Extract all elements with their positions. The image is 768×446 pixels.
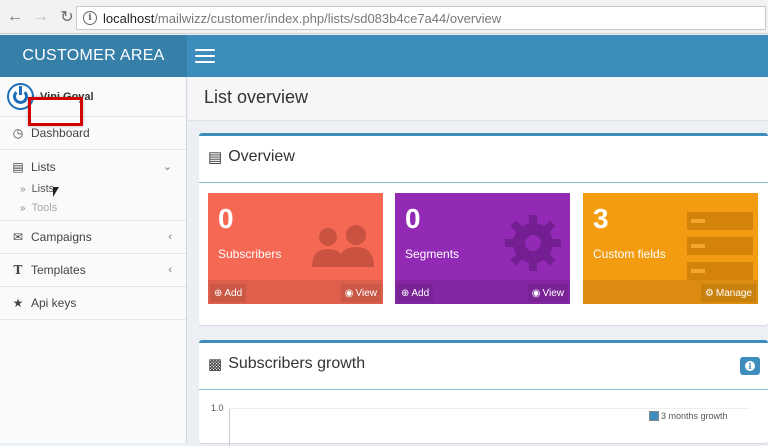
view-segments-button[interactable]: ◉ View (527, 284, 568, 302)
reload-icon[interactable]: ↻ (56, 6, 78, 28)
legend-label: 3 months growth (661, 411, 728, 421)
info-button[interactable]: i (740, 357, 760, 375)
sidebar-item-templates[interactable]: T Templates ‹ (0, 254, 186, 287)
subscribers-growth-box: ▩ Subscribers growth i 1.0 3 months grow… (199, 340, 768, 446)
y-tick-label: 1.0 (211, 403, 224, 413)
url-path: /mailwizz/customer/index.php/lists/sd083… (154, 10, 502, 26)
manage-fields-button[interactable]: ⚙ Manage (700, 284, 756, 302)
segments-label: Segments (405, 247, 460, 261)
cog-icon (505, 215, 561, 271)
overview-box: ▤ Overview 0 Subscribers ⊕Add ◉View 0 (199, 133, 768, 325)
hamburger-menu-icon[interactable] (195, 47, 215, 65)
card-footer: ⊕ Add ◉ View (395, 280, 570, 304)
sidebar-item-api-keys[interactable]: ★ Api keys (0, 287, 186, 320)
bar-chart-icon: ▩ (208, 356, 223, 373)
card-footer: ⚙ Manage (583, 280, 758, 304)
eye-icon: ◉ (344, 287, 354, 299)
subscribers-count: 0 (218, 203, 234, 234)
logo[interactable]: CUSTOMER AREA (0, 35, 187, 77)
forward-icon[interactable]: → (30, 6, 52, 28)
button-label: Manage (715, 287, 752, 299)
dashboard-icon: ◷ (12, 126, 24, 140)
highlight-box (28, 97, 83, 126)
star-icon: ★ (12, 296, 24, 310)
segments-count: 0 (405, 203, 421, 234)
gridline (229, 408, 749, 409)
users-icon (312, 225, 374, 267)
info-icon[interactable]: i (83, 11, 97, 25)
sidebar-item-label: Campaigns (31, 230, 92, 244)
card-footer: ⊕ Add ◉ View (208, 280, 383, 304)
address-bar[interactable]: i localhost/mailwizz/customer/index.php/… (76, 6, 766, 30)
growth-chart: 1.0 3 months growth (209, 401, 757, 446)
url-text: localhost/mailwizz/customer/index.php/li… (103, 11, 501, 26)
envelope-icon: ✉ (12, 230, 24, 244)
segments-card: 0 Segments ⊕ Add ◉ View (395, 193, 570, 304)
url-host: localhost (103, 10, 155, 26)
mouse-cursor-icon (53, 187, 59, 197)
list-icon: ▤ (12, 159, 24, 174)
list-alt-icon: ▤ (208, 149, 223, 166)
sidebar-item-label: Dashboard (31, 126, 90, 140)
button-label: Add (224, 287, 243, 299)
double-chevron-right-icon: » (20, 202, 26, 214)
gear-icon: ⚙ (704, 287, 714, 299)
plus-circle-icon: ⊕ (214, 287, 223, 299)
custom-fields-label: Custom fields (593, 247, 666, 261)
submenu-item-label: Tools (31, 202, 58, 214)
plus-circle-icon: ⊕ (401, 287, 410, 299)
y-axis (229, 409, 230, 446)
sidebar-item-campaigns[interactable]: ✉ Campaigns ‹ (0, 221, 186, 254)
chevron-down-icon: ⌄ (162, 161, 172, 173)
eye-icon: ◉ (531, 287, 541, 299)
growth-title: ▩ Subscribers growth (208, 355, 365, 373)
double-chevron-right-icon: » (20, 183, 26, 195)
subscribers-label: Subscribers (218, 247, 282, 261)
info-icon: i (745, 361, 755, 371)
sidebar-item-label: Lists (31, 159, 56, 174)
custom-fields-count: 3 (593, 203, 609, 234)
chart-legend: 3 months growth (649, 411, 728, 421)
divider (199, 389, 768, 390)
growth-title-text: Subscribers growth (228, 355, 366, 372)
sidebar: Vini Goyal ◷ Dashboard ▤ Lists ⌄ » Lists… (0, 77, 187, 443)
submenu-item-tools[interactable]: » Tools (20, 202, 57, 214)
back-icon[interactable]: ← (4, 6, 26, 28)
submenu-item-label: Lists (31, 183, 55, 195)
overview-title-text: Overview (228, 148, 295, 165)
sidebar-item-label: Api keys (31, 296, 77, 310)
lists-submenu: » Lists » Tools (0, 183, 186, 221)
page-title: List overview (204, 87, 309, 107)
chevron-left-icon: ‹ (168, 264, 172, 276)
button-label: View (355, 287, 378, 299)
button-label: View (542, 287, 565, 299)
button-label: Add (411, 287, 430, 299)
fields-icon (687, 212, 753, 280)
add-segment-button[interactable]: ⊕ Add (397, 284, 434, 302)
chevron-left-icon: ‹ (168, 231, 172, 243)
text-icon: T (13, 263, 23, 277)
submenu-item-lists[interactable]: » Lists (20, 183, 54, 195)
content-header: List overview (188, 77, 768, 121)
overview-title: ▤ Overview (208, 148, 295, 166)
main-header: CUSTOMER AREA (0, 35, 768, 77)
custom-fields-card: 3 Custom fields ⚙ Manage (583, 193, 758, 304)
divider (199, 182, 768, 183)
view-subscribers-button[interactable]: ◉ View (340, 284, 381, 302)
sidebar-item-label: Templates (31, 263, 86, 277)
legend-swatch (649, 411, 659, 421)
subscribers-card: 0 Subscribers ⊕ Add ◉ View (208, 193, 383, 304)
add-subscriber-button[interactable]: ⊕ Add (210, 284, 247, 302)
sidebar-item-lists[interactable]: ▤ Lists ⌄ (0, 150, 186, 183)
